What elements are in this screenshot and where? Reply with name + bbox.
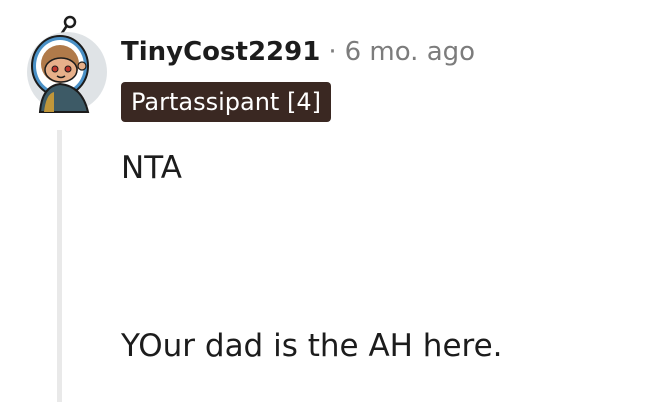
comment-header: TinyCost2291 · 6 mo. ago bbox=[121, 32, 475, 72]
comment-body-line: YOur dad is the AH here. bbox=[121, 328, 503, 364]
user-avatar-icon[interactable] bbox=[26, 14, 108, 114]
comment-timestamp[interactable]: 6 mo. ago bbox=[345, 37, 475, 67]
comment-body-line: NTA bbox=[121, 150, 182, 186]
thread-collapse-line[interactable] bbox=[57, 130, 62, 402]
meta-separator: · bbox=[328, 37, 337, 67]
comment: TinyCost2291 · 6 mo. ago Partassipant [4… bbox=[0, 0, 646, 402]
user-flair-badge: Partassipant [4] bbox=[121, 82, 331, 122]
username-link[interactable]: TinyCost2291 bbox=[121, 37, 320, 67]
